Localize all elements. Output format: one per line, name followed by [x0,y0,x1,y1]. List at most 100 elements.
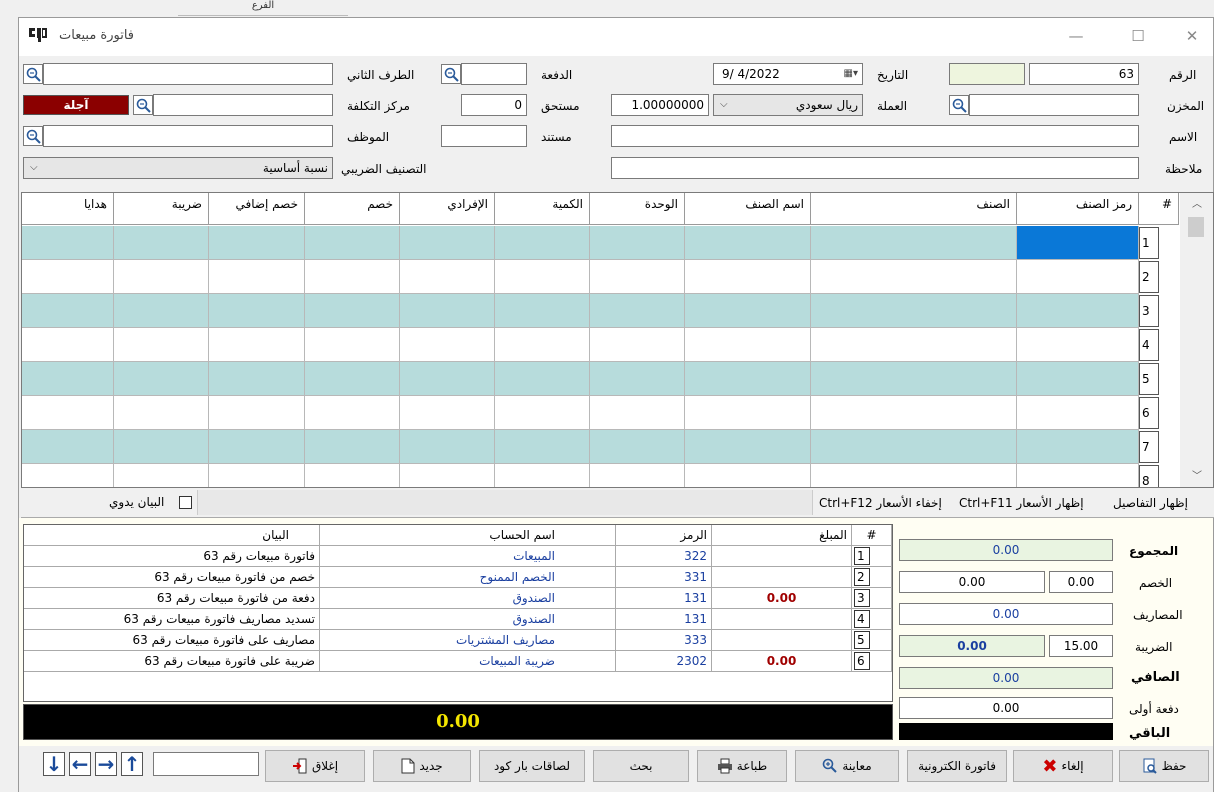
scroll-thumb[interactable] [1188,217,1204,237]
grid-cell[interactable] [495,464,590,487]
einvoice-button[interactable]: فاتورة الكترونية [907,750,1007,782]
employee-search-icon[interactable] [23,126,43,146]
grid-cell[interactable] [590,430,685,464]
store-field[interactable] [969,94,1139,116]
grid-cell[interactable] [400,396,495,430]
grid-row-number[interactable]: 3 [1139,295,1159,327]
grid-scrollbar[interactable]: ︿ ﹀ [1180,193,1213,487]
store-search-icon[interactable] [949,95,969,115]
discount-percent-field[interactable]: 0.00 [1049,571,1113,593]
grid-cell[interactable] [400,362,495,396]
grid-header-tax[interactable]: ضريبة [114,193,209,225]
grid-cell[interactable] [209,430,305,464]
grid-header-item-code[interactable]: رمز الصنف [1017,193,1139,225]
grid-cell[interactable] [1017,294,1139,328]
grid-cell[interactable] [495,362,590,396]
show-details-link[interactable]: إظهار التفاصيل [1113,496,1188,510]
grid-cell[interactable] [1017,430,1139,464]
grid-cell[interactable] [22,294,114,328]
grid-cell[interactable] [811,464,1017,487]
search-button[interactable]: بحث [593,750,689,782]
grid-cell[interactable] [1017,226,1139,260]
date-field[interactable]: 9/ 4/2022 ▦▾ [713,63,863,85]
ledger-row[interactable]: 5 333 مصاريف المشتريات مصاريف على فاتورة مب… [24,630,892,651]
save-button[interactable]: حفظ [1119,750,1209,782]
minimize-button[interactable]: — [1063,24,1089,48]
grid-cell[interactable] [400,226,495,260]
grid-header-item-name[interactable]: اسم الصنف [685,193,811,225]
grid-cell[interactable] [305,226,400,260]
grid-cell[interactable] [495,328,590,362]
grid-cell[interactable] [305,464,400,487]
grid-cell[interactable] [811,226,1017,260]
grid-cell[interactable] [685,396,811,430]
ledger-row[interactable]: 4 131 الصندوق تسديد مصاريف فاتورة مبيعات رق… [24,609,892,630]
grid-header-quantity[interactable]: الكمية [495,193,590,225]
grid-header-discount[interactable]: خصم [305,193,400,225]
number-field[interactable]: 63 [1029,63,1139,85]
deferred-badge[interactable]: آجلة [23,95,129,115]
grid-cell[interactable] [685,260,811,294]
grid-cell[interactable] [22,328,114,362]
grid-row-number[interactable]: 6 [1139,397,1159,429]
navigation-input[interactable] [153,752,259,776]
grid-cell[interactable] [811,430,1017,464]
grid-cell[interactable] [22,430,114,464]
grid-header-unit[interactable]: الوحدة [590,193,685,225]
grid-cell[interactable] [114,294,209,328]
calendar-dropdown-icon[interactable]: ▦▾ [844,64,858,84]
grid-cell[interactable] [209,226,305,260]
grid-cell[interactable] [305,362,400,396]
currency-select[interactable]: ريال سعودي ⌵ [713,94,863,116]
grid-cell[interactable] [209,362,305,396]
print-button[interactable]: طباعة [697,750,787,782]
grid-cell[interactable] [811,328,1017,362]
grid-row-number[interactable]: 1 [1139,227,1159,259]
scroll-down-icon[interactable]: ﹀ [1192,467,1202,482]
grid-cell[interactable] [590,464,685,487]
grid-cell[interactable] [22,260,114,294]
arrow-down-icon[interactable]: ↓ [43,752,65,776]
grid-cell[interactable] [22,362,114,396]
close-window-button[interactable]: ✕ [1179,24,1205,48]
payment-search-icon[interactable] [441,64,461,84]
grid-row-number[interactable]: 4 [1139,329,1159,361]
grid-cell[interactable] [1017,260,1139,294]
first-payment-field[interactable]: 0.00 [899,697,1113,719]
expenses-field[interactable]: 0.00 [899,603,1113,625]
employee-field[interactable] [43,125,333,147]
grid-cell[interactable] [209,464,305,487]
scroll-up-icon[interactable]: ︿ [1192,195,1202,210]
grid-cell[interactable] [400,294,495,328]
grid-cell[interactable] [495,430,590,464]
discount-amount-field[interactable]: 0.00 [899,571,1045,593]
grid-cell[interactable] [209,396,305,430]
grid-cell[interactable] [685,294,811,328]
grid-cell[interactable] [1017,362,1139,396]
grid-cell[interactable] [590,396,685,430]
maximize-button[interactable]: ☐ [1125,24,1151,48]
grid-cell[interactable] [22,464,114,487]
grid-cell[interactable] [114,362,209,396]
grid-cell[interactable] [590,362,685,396]
grid-cell[interactable] [400,328,495,362]
grid-cell[interactable] [1017,328,1139,362]
barcode-labels-button[interactable]: لصاقات بار كود [479,750,585,782]
grid-cell[interactable] [305,396,400,430]
grid-cell[interactable] [114,328,209,362]
grid-cell[interactable] [590,294,685,328]
grid-cell[interactable] [305,430,400,464]
cancel-button[interactable]: إلغاء ✖ [1013,750,1113,782]
grid-cell[interactable] [400,430,495,464]
cost-center-search-icon[interactable] [133,95,153,115]
grid-cell[interactable] [590,226,685,260]
grid-cell[interactable] [114,396,209,430]
grid-cell[interactable] [811,294,1017,328]
grid-cell[interactable] [685,226,811,260]
grid-cell[interactable] [685,362,811,396]
arrow-left-icon[interactable]: ← [69,752,91,776]
grid-cell[interactable] [495,260,590,294]
new-button[interactable]: جديد [373,750,471,782]
grid-cell[interactable] [590,260,685,294]
grid-cell[interactable] [209,328,305,362]
